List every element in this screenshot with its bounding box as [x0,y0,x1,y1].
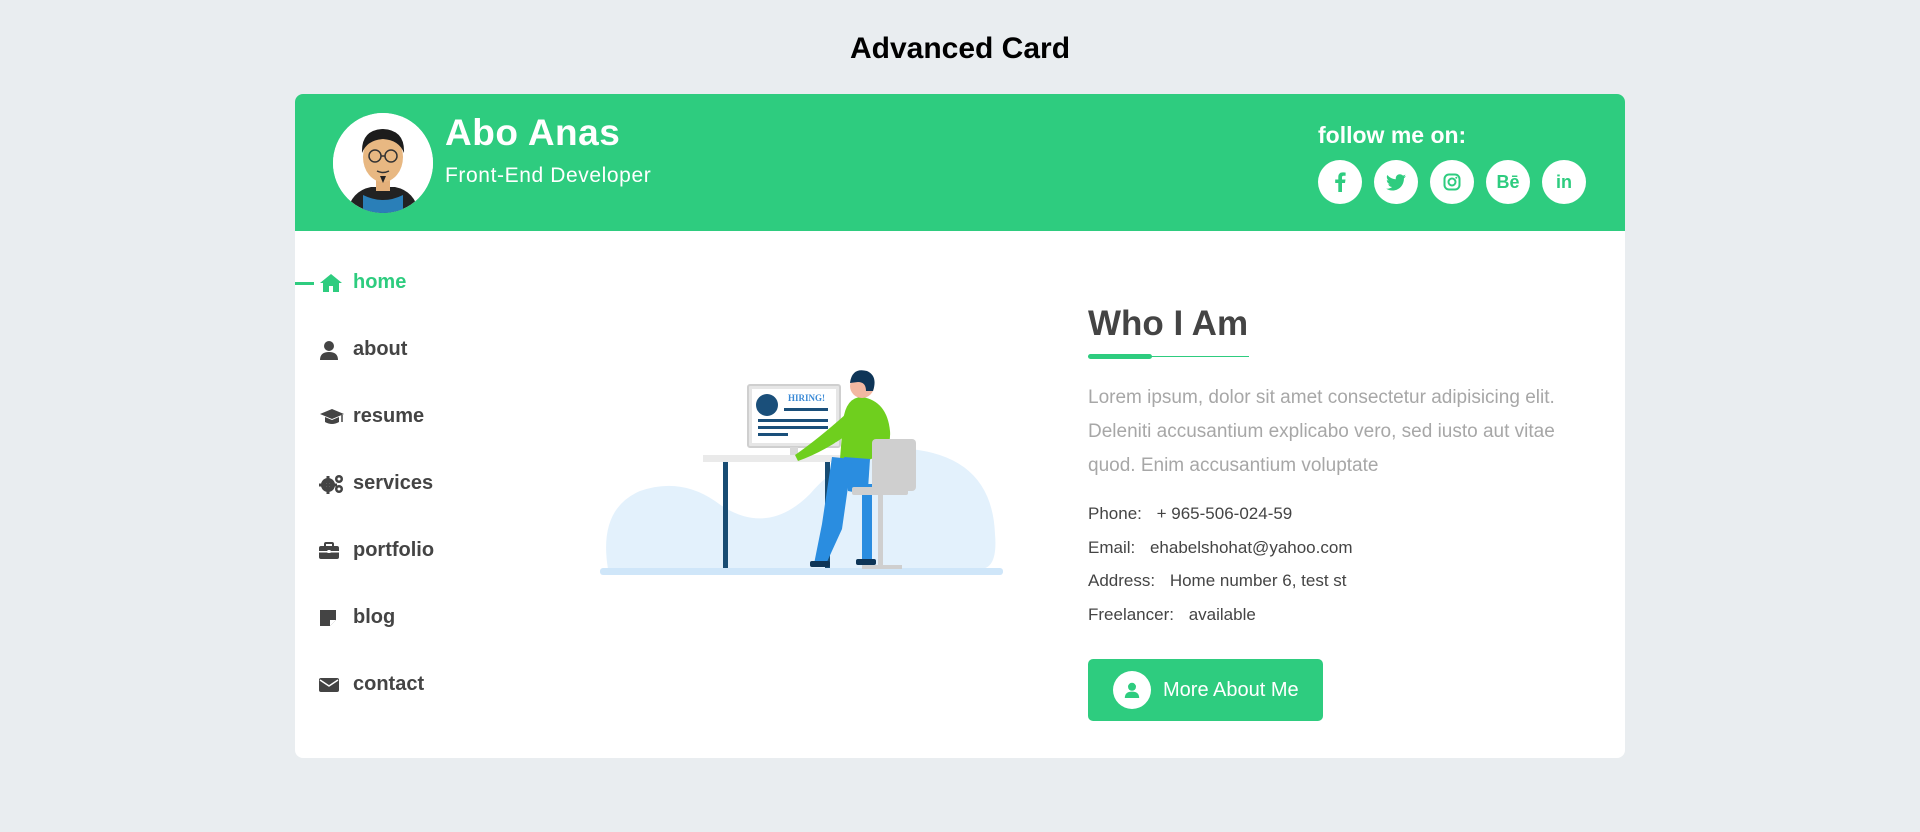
about-title: Who I Am [1088,304,1249,343]
sidebar-nav: home about resume services portfolio blo… [295,249,555,718]
info-value-phone: + 965-506-024-59 [1156,504,1293,523]
nav-label-contact: contact [353,673,425,695]
hiring-sign-text: HIRING! [788,393,825,403]
nav-label-blog: blog [353,606,396,628]
info-value-address: Home number 6, test st [1169,571,1347,590]
avatar [333,113,433,213]
title-underline [1088,354,1249,359]
more-about-me-button[interactable]: More About Me [1088,659,1323,721]
nav-item-resume[interactable]: resume [295,383,555,450]
nav-label-home: home [353,271,407,293]
info-key-phone: Phone: [1088,504,1142,523]
behance-icon: Bē [1496,171,1520,192]
graduation-cap-icon [319,406,345,428]
nav-item-portfolio[interactable]: portfolio [295,517,555,584]
page-title: Advanced Card [849,32,1071,65]
info-key-freelancer: Freelancer: [1088,604,1174,624]
linkedin-button[interactable]: in [1542,160,1586,204]
facebook-button[interactable] [1318,160,1362,204]
info-row-email: Email: ehabelshohat@yahoo.com [1088,531,1598,565]
more-about-me-label: More About Me [1163,678,1299,701]
briefcase-icon [319,540,345,562]
nav-item-about[interactable]: about [295,316,555,383]
social-links: Bē in [1318,160,1586,204]
info-key-email: Email: [1088,537,1136,557]
info-row-freelancer: Freelancer: available [1088,598,1598,632]
twitter-icon [1386,173,1406,191]
nav-item-blog[interactable]: blog [295,584,555,651]
twitter-button[interactable] [1374,160,1418,204]
profile-name: Abo Anas [445,112,621,153]
info-value-freelancer: available [1188,604,1256,624]
profile-card: Abo Anas Front-End Developer follow me o… [295,94,1625,758]
nav-label-services: services [353,472,434,494]
follow-label: follow me on: [1318,122,1467,148]
instagram-button[interactable] [1430,160,1474,204]
active-indicator [295,281,314,285]
nav-label-portfolio: portfolio [353,539,435,561]
nav-item-home[interactable]: home [295,249,555,316]
about-section: Who I Am Lorem ipsum, dolor sit amet con… [1088,304,1598,631]
nav-label-about: about [353,338,408,360]
nav-item-services[interactable]: services [295,450,555,517]
envelope-icon [319,674,345,696]
contact-info: Phone: + 965-506-024-59 Email: ehabelsho… [1088,497,1598,631]
linkedin-icon: in [1556,171,1572,192]
facebook-icon [1334,172,1346,192]
info-row-address: Address: Home number 6, test st [1088,564,1598,598]
note-icon [319,607,345,629]
info-key-address: Address: [1088,571,1156,590]
profile-role: Front-End Developer [445,164,652,187]
behance-button[interactable]: Bē [1486,160,1530,204]
home-icon [319,272,345,294]
info-value-email: ehabelshohat@yahoo.com [1149,537,1353,557]
gears-icon [319,473,345,495]
instagram-icon [1443,173,1461,191]
nav-label-resume: resume [353,405,425,427]
card-header: Abo Anas Front-End Developer follow me o… [295,94,1625,231]
info-row-phone: Phone: + 965-506-024-59 [1088,497,1598,531]
user-icon [1113,671,1151,709]
about-text: Lorem ipsum, dolor sit amet consectetur … [1088,387,1555,476]
hiring-illustration: HIRING! [600,279,1010,584]
user-icon [319,339,345,361]
nav-item-contact[interactable]: contact [295,651,555,718]
